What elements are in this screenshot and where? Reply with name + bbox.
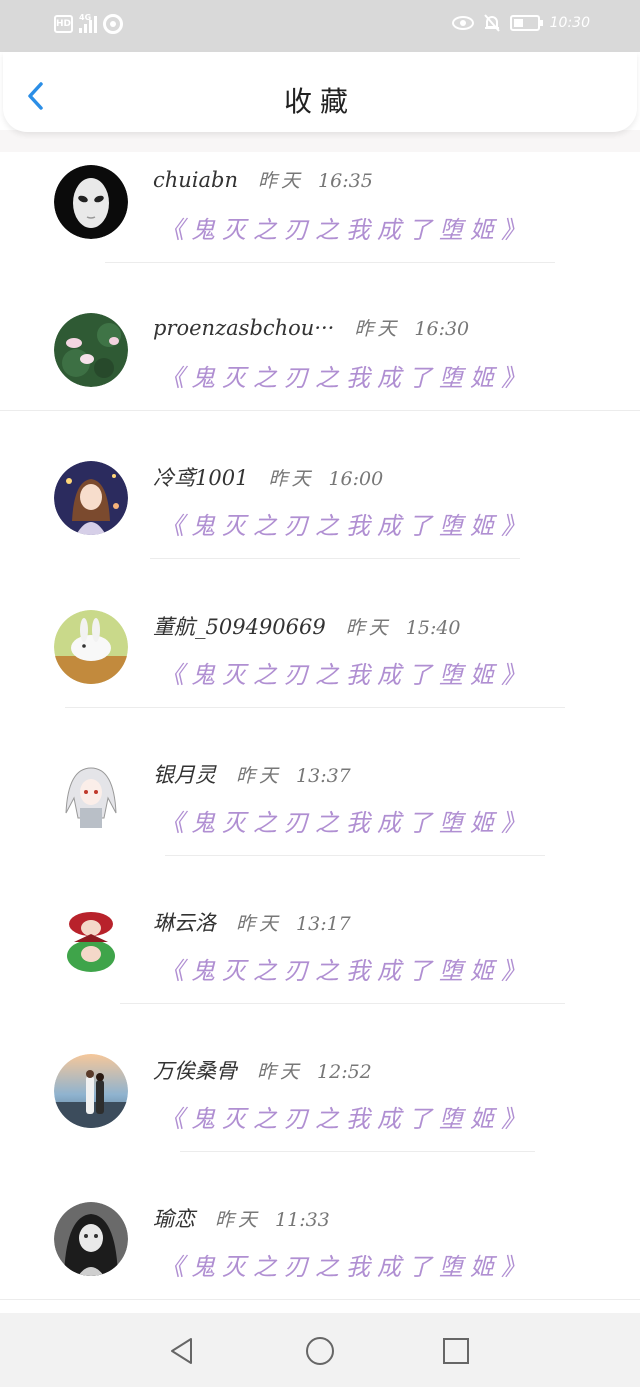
favorite-time: 16:35 [318, 170, 373, 192]
divider [180, 1151, 535, 1153]
divider [0, 410, 640, 412]
user-name[interactable]: 银月灵 [153, 759, 216, 789]
system-nav-bar [0, 1313, 640, 1387]
divider [165, 854, 545, 856]
favorite-time: 13:17 [296, 912, 351, 935]
user-name[interactable]: 冷鸢1001 [153, 462, 248, 492]
user-name[interactable]: 瑜恋 [153, 1203, 195, 1233]
favorite-day: 昨天 [354, 318, 401, 341]
nav-home-icon [306, 1337, 334, 1365]
status-right: 10:30 [451, 14, 590, 32]
divider [0, 1299, 640, 1301]
favorite-timestamp: 昨天 13:37 [236, 761, 351, 788]
favorite-day: 昨天 [268, 468, 315, 491]
favorite-item[interactable]: 琳云洛 昨天 13:17 《鬼灭之刃之我成了堕姬》 [0, 893, 640, 1041]
user-name[interactable]: proenzasbchou··· [153, 316, 334, 340]
favorite-timestamp: 昨天 16:00 [268, 464, 383, 491]
favorite-time: 12:52 [317, 1061, 372, 1084]
book-title-link[interactable]: 《鬼灭之刃之我成了堕姬》 [160, 655, 532, 690]
avatar[interactable] [54, 1054, 128, 1129]
divider [120, 1002, 565, 1004]
nav-recent-icon [443, 1338, 469, 1364]
avatar[interactable] [54, 757, 128, 832]
book-title-link[interactable]: 《鬼灭之刃之我成了堕姬》 [160, 210, 532, 245]
favorite-time: 13:37 [296, 764, 351, 787]
favorite-day: 昨天 [257, 1061, 304, 1084]
favorite-meta: 瑜恋 昨天 11:33 [153, 1203, 330, 1233]
avatar[interactable] [54, 165, 128, 239]
favorites-list[interactable]: chuiabn 昨天 16:35 《鬼灭之刃之我成了堕姬》 proenzasbchou·… [0, 152, 640, 1338]
favorite-timestamp: 昨天 15:40 [346, 613, 461, 640]
favorite-meta: 董航_509490669 昨天 15:40 [153, 611, 461, 641]
page-title: 收藏 [283, 85, 356, 118]
avatar[interactable] [54, 313, 128, 388]
favorite-timestamp: 昨天 13:17 [236, 909, 351, 936]
favorite-meta: 银月灵 昨天 13:37 [153, 759, 351, 789]
battery-icon [509, 15, 543, 31]
nav-back-button[interactable] [167, 1335, 199, 1367]
favorite-meta: proenzasbchou··· 昨天 16:30 [153, 314, 469, 341]
book-title-link[interactable]: 《鬼灭之刃之我成了堕姬》 [160, 358, 532, 393]
favorite-day: 昨天 [258, 170, 305, 192]
favorite-time: 11:33 [275, 1209, 330, 1232]
user-name[interactable]: 琳云洛 [153, 907, 216, 937]
favorite-item[interactable]: proenzasbchou··· 昨天 16:30 《鬼灭之刃之我成了堕姬》 [0, 300, 640, 448]
header-shadow-strip [0, 130, 640, 152]
status-time: 10:30 [549, 15, 590, 31]
favorite-meta: 冷鸢1001 昨天 16:00 [153, 462, 383, 492]
favorite-day: 昨天 [215, 1209, 262, 1232]
nav-home-button[interactable] [304, 1335, 336, 1367]
status-bar: HD 4G 10:30 [0, 0, 640, 52]
network-tag: 4G [79, 13, 92, 22]
nav-recent-button[interactable] [440, 1335, 472, 1367]
hd-icon: HD [54, 15, 73, 33]
favorite-item[interactable]: 董航_509490669 昨天 15:40 《鬼灭之刃之我成了堕姬》 [0, 597, 640, 745]
favorite-item[interactable]: 万俟桑骨 昨天 12:52 《鬼灭之刃之我成了堕姬》 [0, 1041, 640, 1189]
favorite-time: 16:00 [328, 468, 384, 491]
favorite-day: 昨天 [236, 912, 283, 935]
favorite-timestamp: 昨天 16:35 [258, 166, 373, 193]
avatar[interactable] [54, 461, 128, 536]
favorite-time: 16:30 [414, 318, 470, 341]
favorite-timestamp: 昨天 12:52 [257, 1057, 372, 1084]
hotspot-icon [103, 14, 123, 34]
avatar[interactable] [54, 905, 128, 980]
user-name[interactable]: 董航_509490669 [153, 611, 326, 641]
favorite-day: 昨天 [345, 616, 392, 639]
divider [150, 558, 520, 560]
book-title-link[interactable]: 《鬼灭之刃之我成了堕姬》 [160, 803, 532, 838]
favorite-item[interactable]: chuiabn 昨天 16:35 《鬼灭之刃之我成了堕姬》 [0, 152, 640, 300]
divider [105, 262, 555, 263]
favorite-meta: chuiabn 昨天 16:35 [153, 166, 373, 193]
book-title-link[interactable]: 《鬼灭之刃之我成了堕姬》 [160, 1099, 532, 1134]
favorite-meta: 琳云洛 昨天 13:17 [153, 907, 351, 937]
eye-icon [451, 16, 474, 30]
bell-off-icon [483, 14, 500, 32]
signal-icon: 4G [79, 13, 97, 33]
divider [65, 706, 565, 708]
book-title-link[interactable]: 《鬼灭之刃之我成了堕姬》 [160, 1247, 532, 1282]
avatar[interactable] [54, 609, 128, 684]
avatar[interactable] [54, 1202, 128, 1277]
status-left: HD 4G [54, 13, 123, 34]
header: 收藏 [3, 52, 637, 132]
favorite-item[interactable]: 银月灵 昨天 13:37 《鬼灭之刃之我成了堕姬》 [0, 745, 640, 893]
book-title-link[interactable]: 《鬼灭之刃之我成了堕姬》 [160, 506, 532, 541]
favorite-timestamp: 昨天 16:30 [354, 314, 469, 341]
favorite-timestamp: 昨天 11:33 [215, 1205, 330, 1232]
nav-back-icon [171, 1338, 192, 1364]
user-name[interactable]: chuiabn [153, 168, 238, 192]
favorite-day: 昨天 [236, 764, 283, 787]
book-title-link[interactable]: 《鬼灭之刃之我成了堕姬》 [160, 951, 532, 986]
favorite-meta: 万俟桑骨 昨天 12:52 [153, 1055, 372, 1085]
favorite-item[interactable]: 冷鸢1001 昨天 16:00 《鬼灭之刃之我成了堕姬》 [0, 448, 640, 596]
user-name[interactable]: 万俟桑骨 [153, 1055, 237, 1085]
favorite-time: 15:40 [405, 616, 461, 639]
